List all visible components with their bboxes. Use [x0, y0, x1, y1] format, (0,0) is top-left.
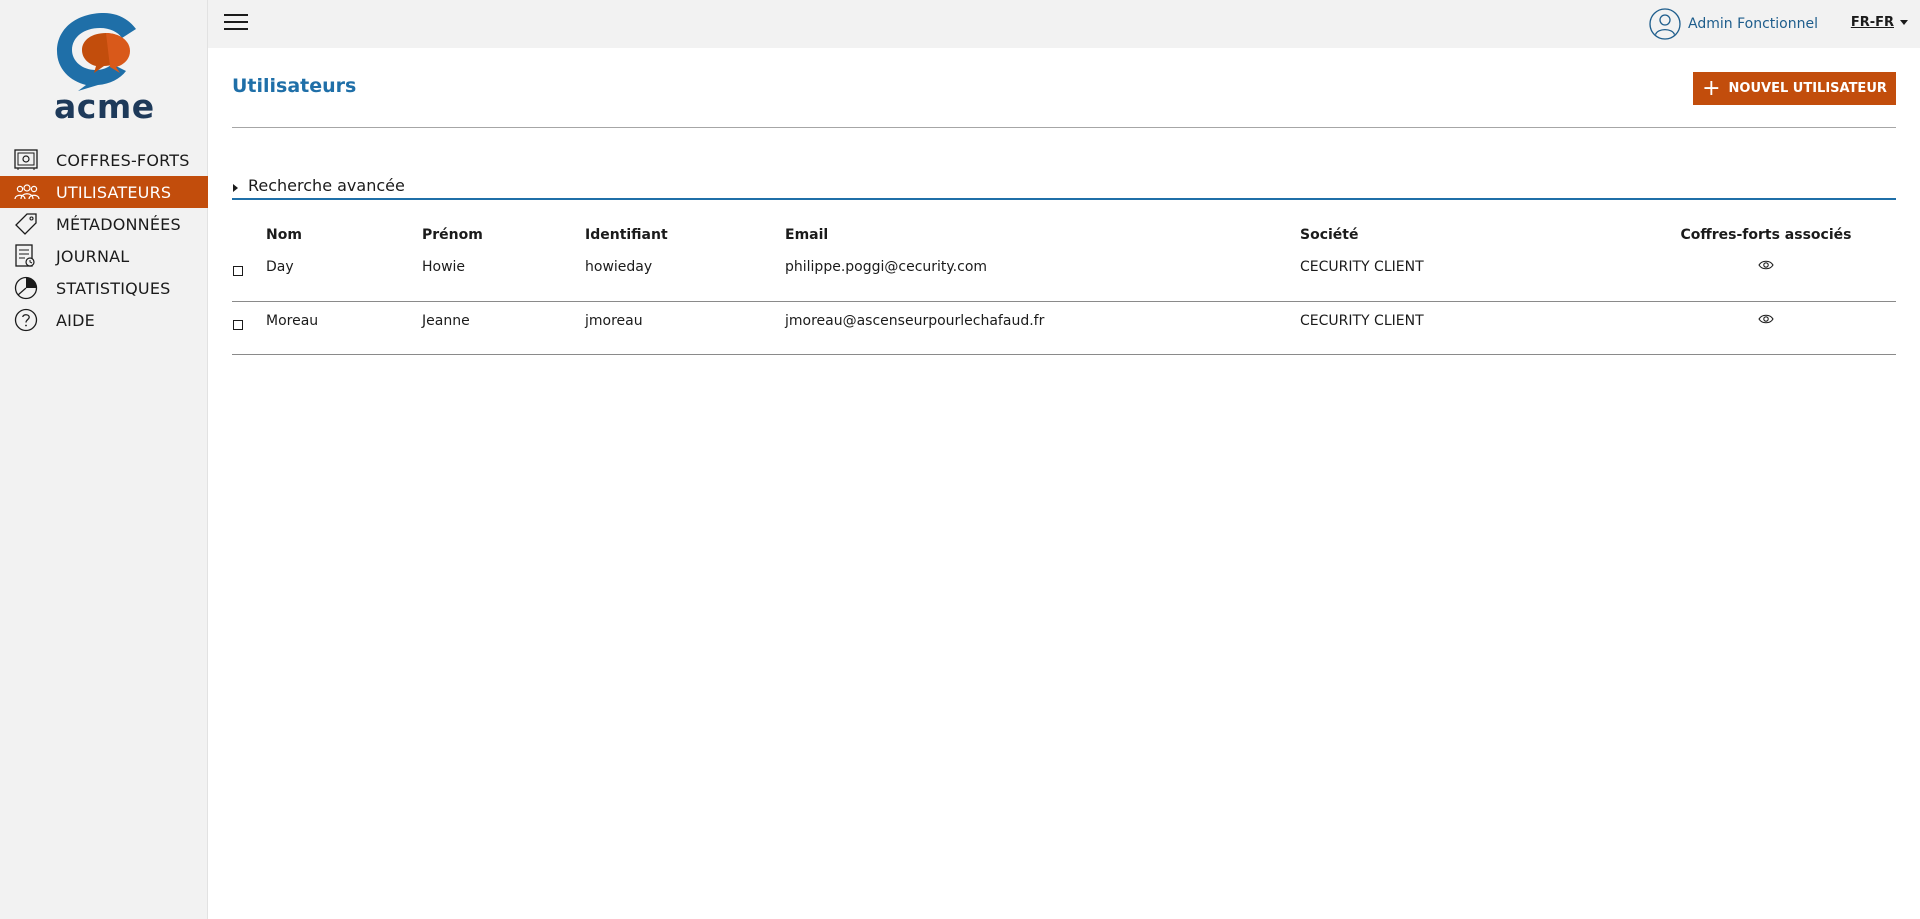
- user-name: Admin Fonctionnel: [1688, 16, 1818, 32]
- journal-icon: [14, 244, 42, 268]
- users-icon: [14, 180, 42, 204]
- column-header-email[interactable]: Email: [785, 222, 1300, 248]
- help-icon: [14, 308, 42, 332]
- acme-logo[interactable]: acme: [54, 7, 155, 126]
- table-header-row: Nom Prénom Identifiant Email Société Cof…: [232, 222, 1896, 248]
- cell-identifiant: jmoreau: [585, 312, 643, 329]
- caret-down-icon: [1900, 20, 1908, 25]
- menu-icon[interactable]: [224, 14, 248, 32]
- user-menu[interactable]: Admin Fonctionnel: [1649, 8, 1818, 40]
- cell-societe: CECURITY CLIENT: [1300, 312, 1424, 329]
- select-column-header: [232, 222, 266, 248]
- caret-right-icon: [233, 184, 238, 192]
- table-row[interactable]: Day Howie howieday philippe.poggi@cecuri…: [232, 248, 1896, 301]
- sidebar-item-label: STATISTIQUES: [56, 278, 171, 298]
- sidebar-item-utilisateurs[interactable]: UTILISATEURS: [0, 176, 208, 208]
- new-user-button[interactable]: + NOUVEL UTILISATEUR: [1693, 72, 1896, 105]
- cell-prenom: Howie: [422, 259, 466, 275]
- eye-icon[interactable]: [1758, 259, 1774, 275]
- sidebar-item-journal[interactable]: JOURNAL: [0, 240, 208, 272]
- advanced-search-label: Recherche avancée: [248, 176, 405, 195]
- language-selector[interactable]: FR-FR: [1851, 15, 1908, 30]
- sidebar-item-statistiques[interactable]: STATISTIQUES: [0, 272, 208, 304]
- top-bar: Admin Fonctionnel FR-FR: [208, 0, 1920, 48]
- new-user-button-label: NOUVEL UTILISATEUR: [1728, 81, 1887, 96]
- column-header-identifiant[interactable]: Identifiant: [585, 222, 785, 248]
- sidebar-item-metadonnees[interactable]: MÉTADONNÉES: [0, 208, 208, 240]
- column-header-nom[interactable]: Nom: [266, 222, 422, 248]
- language-label: FR-FR: [1850, 15, 1894, 30]
- users-table: Nom Prénom Identifiant Email Société Cof…: [232, 222, 1896, 355]
- title-divider: [232, 127, 1896, 128]
- cell-email: philippe.poggi@cecurity.com: [785, 259, 988, 275]
- tag-icon: [14, 212, 42, 236]
- column-header-coffres-forts: Coffres-forts associés: [1680, 227, 1852, 243]
- sidebar-item-label: AIDE: [56, 310, 95, 330]
- eye-icon[interactable]: [1758, 313, 1774, 329]
- table-row[interactable]: Moreau Jeanne jmoreau jmoreau@ascenseurp…: [232, 301, 1896, 354]
- cell-nom: Moreau: [266, 312, 319, 329]
- column-header-prenom[interactable]: Prénom: [422, 222, 585, 248]
- sidebar-item-label: UTILISATEURS: [56, 182, 172, 202]
- sidebar: acme COFFRES-FORTS UTILISATEURS MÉTADONN…: [0, 0, 208, 919]
- sidebar-item-aide[interactable]: AIDE: [0, 304, 208, 336]
- logo-bubble-icon: [57, 13, 136, 91]
- cell-nom: Day: [266, 259, 294, 275]
- column-header-societe[interactable]: Société: [1300, 222, 1636, 248]
- sidebar-nav: COFFRES-FORTS UTILISATEURS MÉTADONNÉES J…: [0, 144, 208, 336]
- sidebar-item-label: MÉTADONNÉES: [56, 214, 181, 234]
- sidebar-item-label: JOURNAL: [56, 246, 130, 266]
- cell-identifiant: howieday: [585, 259, 653, 275]
- row-checkbox[interactable]: [233, 266, 243, 276]
- page-title: Utilisateurs: [232, 75, 357, 97]
- row-checkbox[interactable]: [233, 319, 243, 330]
- sidebar-item-coffres-forts[interactable]: COFFRES-FORTS: [0, 144, 208, 176]
- cell-email: jmoreau@ascenseurpourlechafaud.fr: [785, 312, 1045, 329]
- pie-chart-icon: [14, 276, 42, 300]
- plus-icon: +: [1702, 75, 1721, 101]
- logo-text: acme: [54, 87, 155, 126]
- cell-societe: CECURITY CLIENT: [1300, 259, 1424, 275]
- sidebar-item-label: COFFRES-FORTS: [56, 150, 190, 170]
- safe-icon: [14, 148, 42, 172]
- advanced-search-toggle[interactable]: Recherche avancée: [232, 176, 1896, 200]
- cell-prenom: Jeanne: [422, 312, 470, 329]
- user-avatar-icon: [1649, 8, 1681, 40]
